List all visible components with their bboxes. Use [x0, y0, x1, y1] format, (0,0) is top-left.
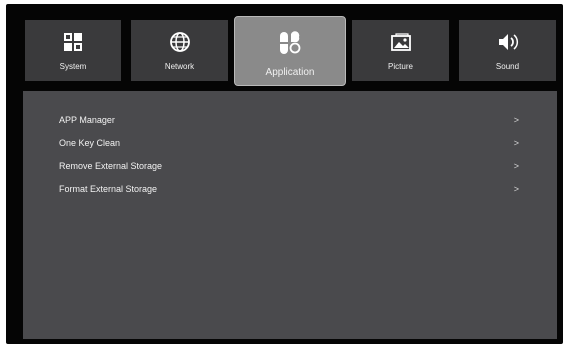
speaker-icon	[498, 34, 518, 50]
tab-system[interactable]: System	[25, 20, 121, 81]
menu-item-one-key-clean[interactable]: One Key Clean >	[23, 133, 557, 156]
menu-item-format-external-storage[interactable]: Format External Storage >	[23, 179, 557, 202]
settings-tab-bar: System Network Application Picture Sound	[6, 4, 563, 94]
tab-label: Network	[164, 62, 195, 71]
menu-item-label: One Key Clean	[59, 138, 121, 148]
tab-label: Application	[265, 67, 315, 78]
tab-picture[interactable]: Picture	[352, 20, 449, 81]
picture-icon	[390, 33, 411, 51]
menu-item-app-manager[interactable]: APP Manager >	[23, 110, 557, 133]
menu-item-label: APP Manager	[59, 115, 115, 125]
chevron-right-icon: >	[513, 184, 519, 194]
menu-item-label: Format External Storage	[59, 184, 158, 194]
chevron-right-icon: >	[513, 161, 519, 171]
tab-network[interactable]: Network	[131, 20, 228, 81]
chevron-right-icon: >	[513, 115, 519, 125]
tab-application[interactable]: Application	[234, 16, 346, 86]
tab-label: Sound	[495, 62, 520, 71]
globe-icon	[169, 32, 190, 52]
chevron-right-icon: >	[513, 138, 519, 148]
tv-settings-screen: System Network Application Picture Sound…	[6, 4, 563, 344]
menu-item-remove-external-storage[interactable]: Remove External Storage >	[23, 156, 557, 179]
tab-label: Picture	[388, 62, 413, 71]
tab-label: System	[59, 62, 87, 71]
app-flower-icon	[280, 31, 301, 54]
system-grid-icon	[64, 33, 82, 51]
menu-item-label: Remove External Storage	[59, 161, 163, 171]
application-menu-panel: APP Manager > One Key Clean > Remove Ext…	[23, 91, 557, 339]
tab-sound[interactable]: Sound	[459, 20, 556, 81]
